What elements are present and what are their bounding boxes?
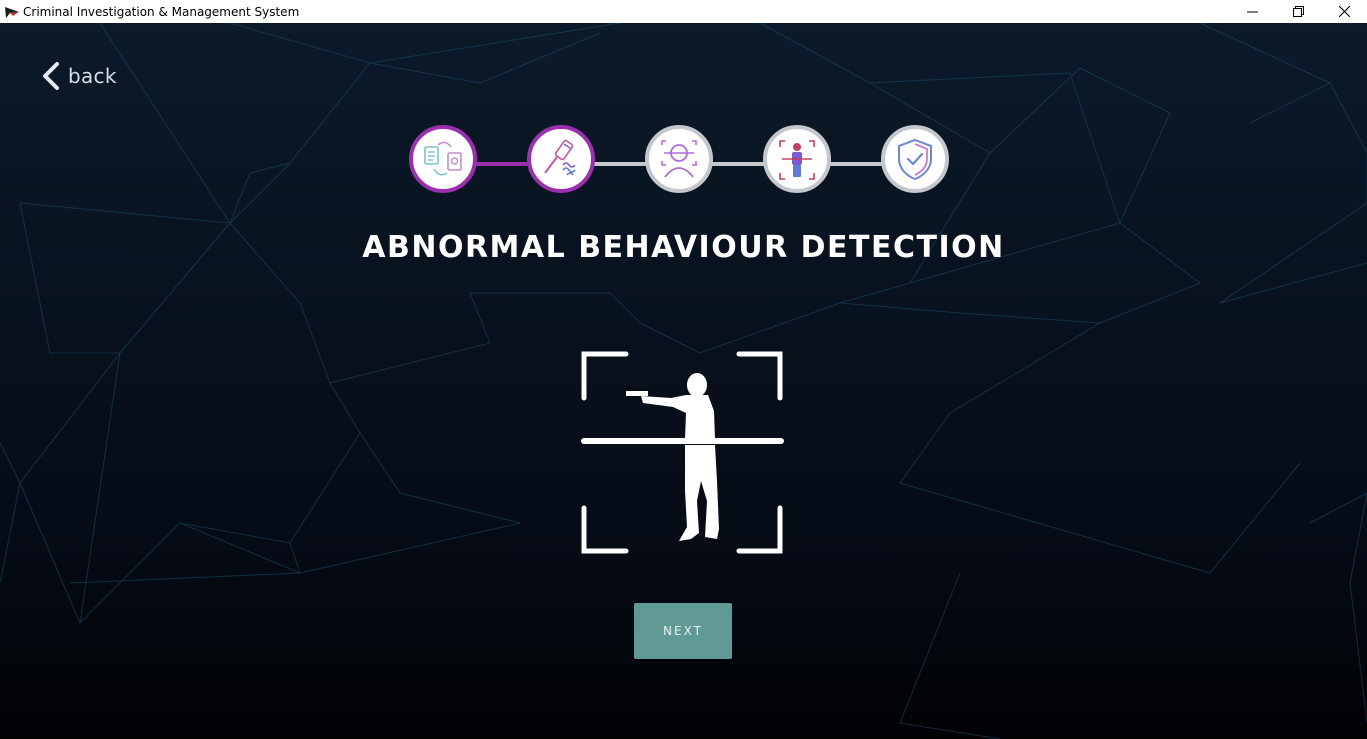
minimize-icon [1246, 11, 1258, 13]
back-label: back [68, 64, 117, 88]
step-connector [473, 162, 531, 166]
restore-icon [1292, 6, 1304, 17]
next-button[interactable]: NEXT [634, 603, 732, 659]
page-title: ABNORMAL BEHAVIOUR DETECTION [362, 230, 1005, 265]
step-connector [827, 162, 885, 166]
shield-check-icon [898, 138, 932, 181]
progress-stepper [409, 125, 959, 201]
step-4[interactable] [763, 125, 831, 193]
close-button[interactable] [1321, 0, 1367, 23]
restore-button[interactable] [1275, 0, 1321, 23]
step-3[interactable] [645, 125, 713, 193]
step-1[interactable] [409, 125, 477, 193]
app-logo-icon [5, 6, 19, 18]
gunman-scan-icon [581, 351, 784, 554]
document-compare-icon [424, 141, 462, 176]
main-panel: back ABNORMAL BEHAVIOUR DETECTION NEXT [0, 23, 1367, 739]
step-connector [709, 162, 767, 166]
fingerprint-tool-icon [544, 139, 576, 176]
step-2[interactable] [527, 125, 595, 193]
step-5[interactable] [881, 125, 949, 193]
chevron-left-icon [43, 62, 59, 90]
back-button[interactable]: back [40, 61, 117, 91]
title-bar: Criminal Investigation & Management Syst… [0, 0, 1367, 24]
window-controls [1229, 0, 1367, 23]
step-connector [591, 162, 649, 166]
close-icon [1338, 6, 1350, 17]
body-scan-icon [779, 140, 815, 180]
window-title: Criminal Investigation & Management Syst… [23, 4, 300, 19]
minimize-button[interactable] [1229, 0, 1275, 23]
face-scan-icon [661, 140, 697, 178]
